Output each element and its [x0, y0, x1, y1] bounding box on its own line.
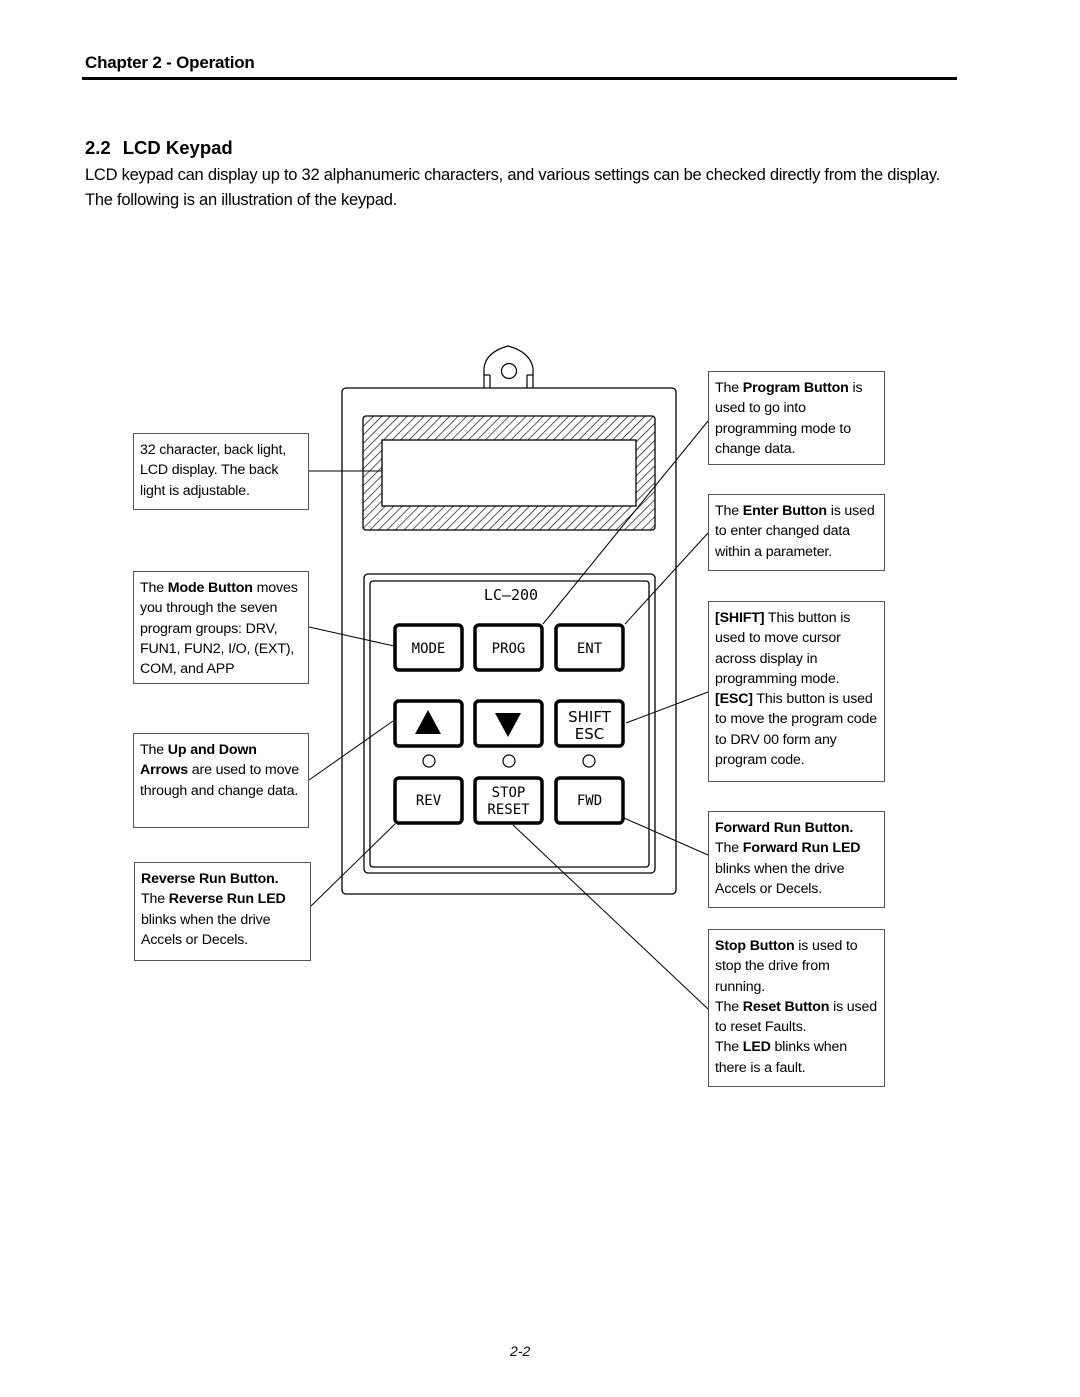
rev-button[interactable]: REV — [393, 776, 464, 825]
callout-text: The — [715, 840, 743, 857]
fwd-button[interactable]: FWD — [554, 776, 625, 825]
lcd-display — [381, 439, 637, 507]
up-arrow-button[interactable] — [393, 699, 464, 748]
ent-button-label: ENT — [577, 641, 603, 657]
callout-program-button: The Program Button is used to go into pr… — [708, 371, 885, 465]
callout-text: The — [715, 503, 743, 519]
callout-lcd-text: 32 character, back light, LCD display. T… — [140, 442, 287, 499]
shift-esc-button[interactable]: SHIFT ESC — [554, 699, 625, 748]
reverse-run-led — [422, 754, 436, 768]
fault-led — [502, 754, 516, 768]
callout-bold: Forward Run LED — [742, 840, 861, 857]
mounting-tab — [483, 345, 534, 388]
callout-mode-button: The Mode Button moves you through the se… — [133, 571, 309, 684]
stop-label: STOP — [492, 785, 526, 801]
fwd-button-label: FWD — [577, 793, 602, 809]
leader-shift — [625, 691, 709, 724]
callout-bold: Reverse Run LED — [168, 891, 286, 908]
callout-bold: [ESC] — [715, 691, 753, 708]
callout-bold: Stop Button — [715, 938, 795, 954]
callout-text: The — [715, 998, 743, 1015]
callout-enter-button: The Enter Button is used to enter change… — [708, 494, 885, 571]
callout-lcd-display: 32 character, back light, LCD display. T… — [133, 433, 309, 510]
keypad-diagram: LC—200 MODE PROG ENT SHIFT ESC REV STOP … — [308, 345, 709, 1010]
esc-label: ESC — [575, 725, 604, 743]
callout-bold: LED — [742, 1039, 771, 1056]
leader-stop — [512, 824, 709, 1010]
callout-text: The — [141, 891, 169, 908]
shift-label: SHIFT — [568, 708, 612, 726]
ent-button[interactable]: ENT — [554, 623, 625, 672]
mode-button[interactable]: MODE — [393, 623, 464, 672]
callout-bold: Enter Button — [742, 503, 827, 519]
leader-forward — [623, 817, 709, 856]
callout-stop-reset-button: Stop Button is used to stop the drive fr… — [708, 929, 885, 1087]
callout-bold: Program Button — [742, 380, 849, 396]
leader-mode — [308, 626, 395, 647]
callout-text: blinks when the drive Accels or Decels. — [715, 860, 845, 897]
callout-text: The — [715, 380, 743, 396]
mode-button-label: MODE — [412, 641, 446, 657]
callout-text: The — [140, 580, 168, 596]
callout-text: The — [140, 742, 168, 758]
callout-reverse-run: Reverse Run Button. The Reverse Run LED … — [134, 862, 311, 961]
reset-label: RESET — [487, 802, 530, 818]
rev-button-label: REV — [416, 793, 442, 809]
stop-reset-button[interactable]: STOP RESET — [473, 776, 544, 825]
callout-bold: Forward Run Button. — [715, 820, 854, 836]
callout-bold: Reset Button — [742, 998, 830, 1015]
callout-text: The — [715, 1039, 743, 1056]
callout-bold: Mode Button — [167, 580, 253, 596]
leader-arrows — [308, 720, 394, 781]
callout-text: blinks when the drive Accels or Decels. — [141, 911, 271, 948]
mounting-hole — [500, 362, 518, 380]
down-arrow-button[interactable] — [473, 699, 544, 748]
page-number: 2-2 — [510, 1343, 531, 1359]
callout-shift-esc-button: [SHIFT] This button is used to move curs… — [708, 601, 885, 782]
prog-button-label: PROG — [492, 641, 526, 657]
model-label: LC—200 — [484, 586, 538, 604]
callout-arrow-buttons: The Up and Down Arrows are used to move … — [133, 733, 309, 828]
callout-bold: Reverse Run Button. — [141, 871, 279, 887]
forward-run-led — [582, 754, 596, 768]
prog-button[interactable]: PROG — [473, 623, 544, 672]
callout-forward-run: Forward Run Button. The Forward Run LED … — [708, 811, 885, 908]
leader-enter — [624, 532, 709, 625]
callout-bold: [SHIFT] — [715, 610, 765, 626]
